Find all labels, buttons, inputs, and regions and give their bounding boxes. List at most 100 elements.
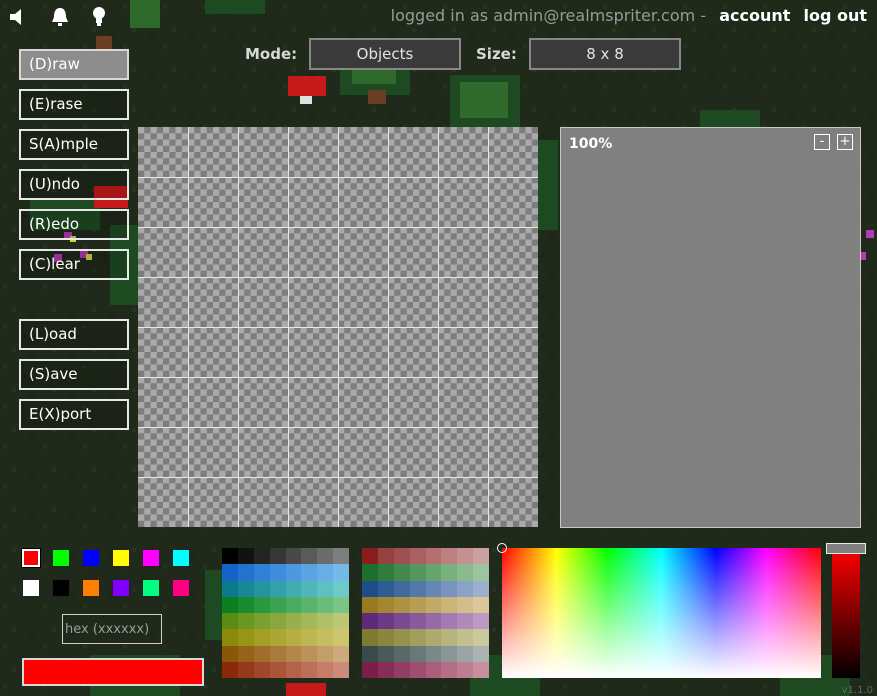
- save-button[interactable]: (S)ave: [19, 359, 129, 390]
- palette-color[interactable]: [317, 548, 334, 565]
- palette-color[interactable]: [222, 613, 238, 630]
- palette-color[interactable]: [253, 564, 270, 581]
- palette-color[interactable]: [269, 661, 286, 678]
- size-selector[interactable]: 8 x 8: [529, 38, 681, 70]
- palette-color[interactable]: [237, 596, 254, 613]
- palette-color[interactable]: [409, 661, 426, 678]
- palette-color[interactable]: [409, 613, 426, 630]
- palette-color[interactable]: [222, 629, 238, 646]
- draw-button[interactable]: (D)raw: [19, 49, 129, 80]
- color-swatch[interactable]: [142, 579, 160, 597]
- palette-color[interactable]: [377, 580, 394, 597]
- palette-color[interactable]: [253, 548, 270, 565]
- palette-color[interactable]: [425, 564, 442, 581]
- palette-color[interactable]: [409, 564, 426, 581]
- palette-color[interactable]: [409, 629, 426, 646]
- color-swatch[interactable]: [52, 579, 70, 597]
- palette-color[interactable]: [237, 613, 254, 630]
- palette-color[interactable]: [301, 661, 318, 678]
- palette-color[interactable]: [377, 629, 394, 646]
- mode-selector[interactable]: Objects: [309, 38, 461, 70]
- palette-color[interactable]: [473, 548, 489, 565]
- color-swatch[interactable]: [172, 579, 190, 597]
- picker-cursor[interactable]: [497, 543, 507, 553]
- palette-color[interactable]: [269, 596, 286, 613]
- palette-color[interactable]: [441, 661, 458, 678]
- palette-color[interactable]: [269, 629, 286, 646]
- palette-color[interactable]: [333, 564, 349, 581]
- palette-color[interactable]: [222, 645, 238, 662]
- palette-color[interactable]: [317, 629, 334, 646]
- palette-color[interactable]: [393, 596, 410, 613]
- palette-color[interactable]: [253, 661, 270, 678]
- palette-color[interactable]: [457, 629, 474, 646]
- palette-color[interactable]: [425, 629, 442, 646]
- clear-button[interactable]: (C)lear: [19, 249, 129, 280]
- zoom-in-button[interactable]: +: [837, 134, 853, 150]
- color-swatch[interactable]: [112, 579, 130, 597]
- palette-color[interactable]: [269, 548, 286, 565]
- sample-button[interactable]: S(A)mple: [19, 129, 129, 160]
- palette-color[interactable]: [333, 596, 349, 613]
- palette-color[interactable]: [473, 580, 489, 597]
- palette-color[interactable]: [441, 645, 458, 662]
- palette-color[interactable]: [301, 596, 318, 613]
- palette-color[interactable]: [237, 629, 254, 646]
- palette-color[interactable]: [457, 564, 474, 581]
- palette-color[interactable]: [393, 613, 410, 630]
- palette-color[interactable]: [285, 645, 302, 662]
- palette-color[interactable]: [269, 564, 286, 581]
- palette-color[interactable]: [285, 613, 302, 630]
- color-swatch[interactable]: [52, 549, 70, 567]
- bell-icon[interactable]: [50, 6, 70, 28]
- palette-color[interactable]: [237, 580, 254, 597]
- palette-color[interactable]: [317, 580, 334, 597]
- palette-color[interactable]: [317, 596, 334, 613]
- erase-button[interactable]: (E)rase: [19, 89, 129, 120]
- palette-color[interactable]: [317, 645, 334, 662]
- palette-color[interactable]: [285, 548, 302, 565]
- palette-color[interactable]: [425, 548, 442, 565]
- hex-input[interactable]: [62, 614, 162, 644]
- color-swatch[interactable]: [172, 549, 190, 567]
- palette-color[interactable]: [441, 548, 458, 565]
- palette-color[interactable]: [473, 629, 489, 646]
- palette-color[interactable]: [222, 564, 238, 581]
- drawing-canvas[interactable]: [138, 127, 538, 527]
- palette-color[interactable]: [285, 580, 302, 597]
- palette-color[interactable]: [441, 564, 458, 581]
- palette-color[interactable]: [473, 596, 489, 613]
- palette-color[interactable]: [237, 548, 254, 565]
- palette-color[interactable]: [253, 629, 270, 646]
- palette-color[interactable]: [253, 645, 270, 662]
- color-swatch[interactable]: [82, 579, 100, 597]
- undo-button[interactable]: (U)ndo: [19, 169, 129, 200]
- lightbulb-icon[interactable]: [92, 6, 106, 28]
- palette-color[interactable]: [362, 645, 378, 662]
- palette-color[interactable]: [362, 596, 378, 613]
- hue-saturation-picker[interactable]: [502, 548, 821, 678]
- palette-color[interactable]: [425, 645, 442, 662]
- palette-color[interactable]: [473, 613, 489, 630]
- palette-color[interactable]: [333, 580, 349, 597]
- palette-color[interactable]: [377, 661, 394, 678]
- palette-color[interactable]: [333, 613, 349, 630]
- palette-color[interactable]: [333, 548, 349, 565]
- palette-color[interactable]: [393, 580, 410, 597]
- palette-color[interactable]: [362, 613, 378, 630]
- palette-color[interactable]: [409, 548, 426, 565]
- palette-color[interactable]: [237, 645, 254, 662]
- palette-color[interactable]: [441, 629, 458, 646]
- color-swatch[interactable]: [142, 549, 160, 567]
- logout-link[interactable]: log out: [803, 6, 867, 25]
- load-button[interactable]: (L)oad: [19, 319, 129, 350]
- palette-color[interactable]: [409, 596, 426, 613]
- palette-color[interactable]: [425, 661, 442, 678]
- palette-color[interactable]: [222, 580, 238, 597]
- zoom-out-button[interactable]: -: [814, 134, 830, 150]
- palette-color[interactable]: [317, 661, 334, 678]
- palette-color[interactable]: [473, 645, 489, 662]
- palette-color[interactable]: [377, 645, 394, 662]
- palette-color[interactable]: [425, 613, 442, 630]
- speaker-icon[interactable]: [8, 6, 26, 28]
